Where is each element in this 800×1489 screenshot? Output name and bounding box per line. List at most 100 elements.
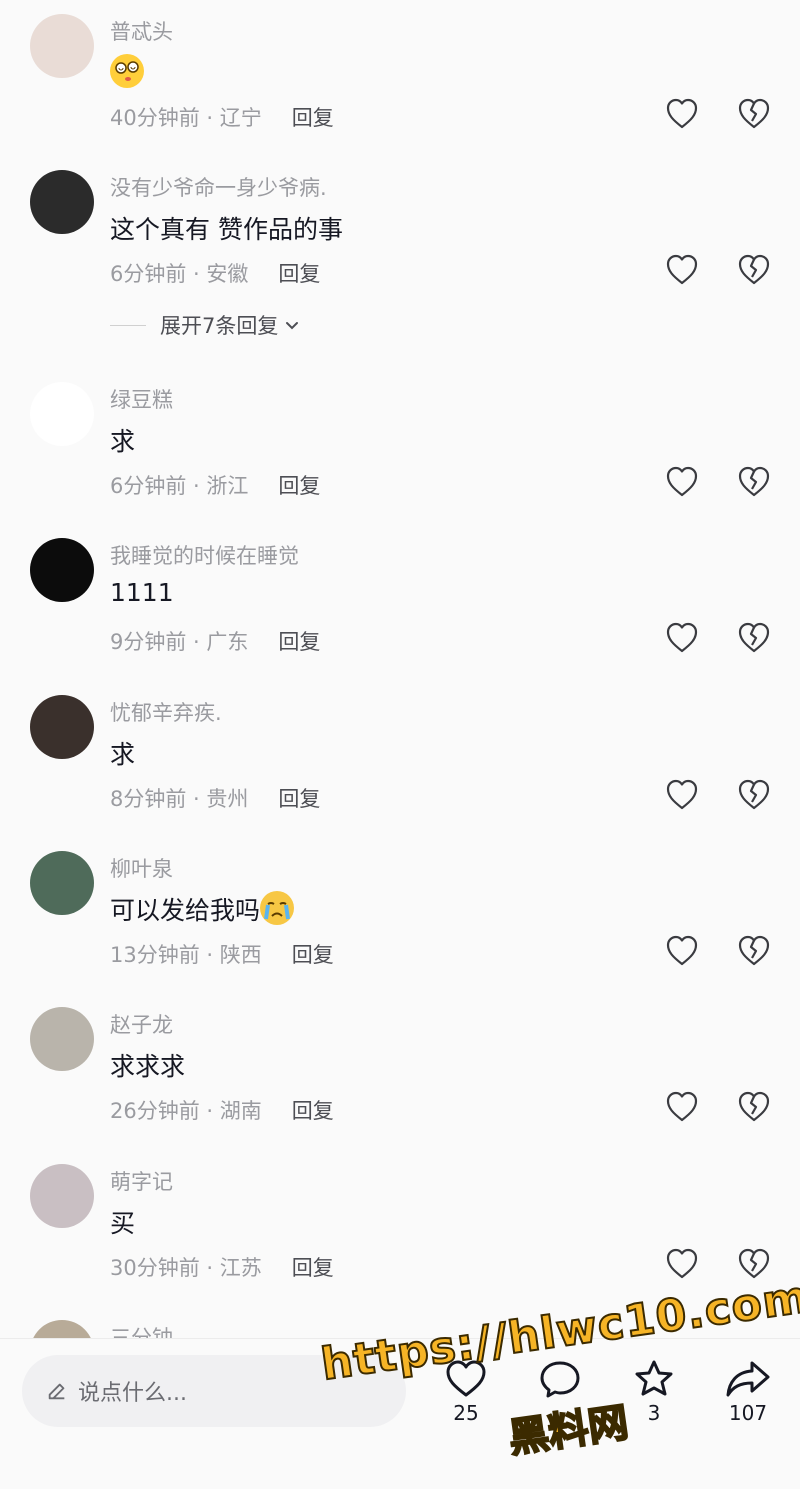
comment-item: 萌字记买 30分钟前 · 江苏 回复: [0, 1150, 800, 1306]
like-comment-button[interactable]: [664, 1089, 700, 1125]
comment-time: 9分钟前: [110, 630, 187, 654]
reply-button[interactable]: 回复: [278, 262, 320, 286]
comment-meta: 9分钟前 · 广东 回复: [110, 626, 320, 656]
like-comment-button[interactable]: [664, 933, 700, 969]
comment-time: 6分钟前: [110, 262, 187, 286]
comment-location: 陕西: [219, 943, 262, 967]
anime-avatar-icon[interactable]: [30, 14, 94, 78]
comment-username[interactable]: 绿豆糕: [110, 384, 173, 414]
separator-dot: ·: [199, 1099, 220, 1123]
comment-meta: 8分钟前 · 贵州 回复: [110, 783, 320, 813]
broken-heart-icon: [738, 1091, 770, 1122]
comment-text: 可以发给我吗: [110, 891, 295, 927]
comment-time: 13分钟前: [110, 943, 200, 967]
broken-heart-icon: [738, 254, 770, 285]
comment-username[interactable]: 赵子龙: [110, 1009, 173, 1039]
comment-text: 求求求: [110, 1047, 185, 1083]
favorite-count: 3: [647, 1401, 661, 1425]
cat-avatar-icon[interactable]: [30, 1007, 94, 1071]
portrait-avatar-icon[interactable]: [30, 1164, 94, 1228]
star-icon: [635, 1360, 673, 1396]
comment-text-body: 求: [110, 740, 136, 769]
separator-dot: ·: [186, 630, 207, 654]
broken-heart-icon: [738, 779, 770, 810]
comment-item: 忧郁辛弃疾. 求 8分钟前 · 贵州 回复: [0, 681, 800, 837]
reply-button[interactable]: 回复: [278, 474, 320, 498]
dislike-comment-button[interactable]: [736, 1089, 772, 1125]
person-avatar-icon[interactable]: [30, 851, 94, 915]
share-count: 107: [728, 1401, 768, 1425]
comment-video-button[interactable]: [530, 1359, 590, 1401]
separator-dot: ·: [199, 106, 220, 130]
pencil-icon: [48, 1383, 65, 1400]
chevron-down-icon: [286, 322, 299, 330]
expand-replies-button[interactable]: 展开7条回复: [110, 310, 302, 340]
dislike-comment-button[interactable]: [736, 1246, 772, 1282]
person-avatar-icon[interactable]: [30, 695, 94, 759]
reply-button[interactable]: 回复: [292, 1099, 334, 1123]
like-video-button[interactable]: 25: [436, 1359, 496, 1425]
broken-heart-icon: [738, 622, 770, 653]
comment-time: 8分钟前: [110, 787, 187, 811]
comment-text-body: 这个真有 赞作品的事: [110, 215, 343, 244]
heart-outline-icon: [666, 935, 698, 966]
dislike-comment-button[interactable]: [736, 96, 772, 132]
share-video-button[interactable]: 107: [718, 1359, 778, 1425]
heart-outline-icon: [666, 466, 698, 497]
comment-time: 40分钟前: [110, 106, 200, 130]
bottom-bar: 说点什么... 25 3 107: [0, 1338, 800, 1489]
reply-button[interactable]: 回复: [278, 787, 320, 811]
like-comment-button[interactable]: [664, 252, 700, 288]
like-comment-button[interactable]: [664, 96, 700, 132]
reply-button[interactable]: 回复: [292, 1256, 334, 1280]
heart-outline-icon: [666, 779, 698, 810]
comment-text-body: 买: [110, 1209, 136, 1238]
comment-text: 求: [110, 422, 135, 458]
comment-text: 1111: [110, 578, 174, 607]
reply-button[interactable]: 回复: [278, 630, 320, 654]
heart-icon: [446, 1360, 486, 1397]
comment-username[interactable]: 忧郁辛弃疾.: [110, 697, 222, 727]
crying-emoji-icon: [260, 891, 295, 925]
separator-dot: ·: [186, 262, 207, 286]
comment-text: 这个真有 赞作品的事: [110, 210, 343, 246]
separator-dot: ·: [199, 1256, 220, 1280]
like-comment-button[interactable]: [664, 620, 700, 656]
comment-meta: 6分钟前 · 安徽 回复: [110, 258, 320, 288]
comment-username[interactable]: 我睡觉的时候在睡觉: [110, 540, 299, 570]
comment-item: 我睡觉的时候在睡觉 1111 9分钟前 · 广东 回复: [0, 524, 800, 680]
dislike-comment-button[interactable]: [736, 777, 772, 813]
reply-button[interactable]: 回复: [292, 106, 334, 130]
broken-heart-icon: [738, 935, 770, 966]
like-comment-button[interactable]: [664, 464, 700, 500]
green-figure-avatar-icon[interactable]: [30, 382, 94, 446]
dislike-comment-button[interactable]: [736, 933, 772, 969]
dislike-comment-button[interactable]: [736, 620, 772, 656]
separator-dot: ·: [186, 787, 207, 811]
favorite-video-button[interactable]: 3: [624, 1359, 684, 1425]
heart-outline-icon: [666, 1248, 698, 1279]
black-cat-avatar-icon[interactable]: [30, 538, 94, 602]
share-arrow-icon: [726, 1361, 770, 1397]
comment-text: [110, 54, 144, 88]
comment-username[interactable]: 没有少爷命一身少爷病.: [110, 172, 327, 202]
comment-location: 江苏: [219, 1256, 262, 1280]
comment-username[interactable]: 萌字记: [110, 1166, 173, 1196]
broken-heart-icon: [738, 98, 770, 129]
comment-username[interactable]: 柳叶泉: [110, 853, 173, 883]
comment-text-body: 可以发给我吗: [110, 896, 261, 925]
comment-item: 柳叶泉 可以发给我吗 13分钟前 · 陕西 回复: [0, 837, 800, 993]
like-comment-button[interactable]: [664, 1246, 700, 1282]
comment-item: 赵子龙 求求求 26分钟前 · 湖南 回复: [0, 993, 800, 1149]
person-avatar-icon[interactable]: [30, 170, 94, 234]
broken-heart-icon: [738, 1248, 770, 1279]
dislike-comment-button[interactable]: [736, 464, 772, 500]
comment-username[interactable]: 普忒头: [110, 16, 173, 46]
reply-button[interactable]: 回复: [292, 943, 334, 967]
dislike-comment-button[interactable]: [736, 252, 772, 288]
comment-text-body: 求求求: [110, 1052, 186, 1081]
like-comment-button[interactable]: [664, 777, 700, 813]
comment-input[interactable]: 说点什么...: [22, 1355, 406, 1427]
comment-meta: 30分钟前 · 江苏 回复: [110, 1252, 334, 1282]
broken-heart-icon: [738, 466, 770, 497]
